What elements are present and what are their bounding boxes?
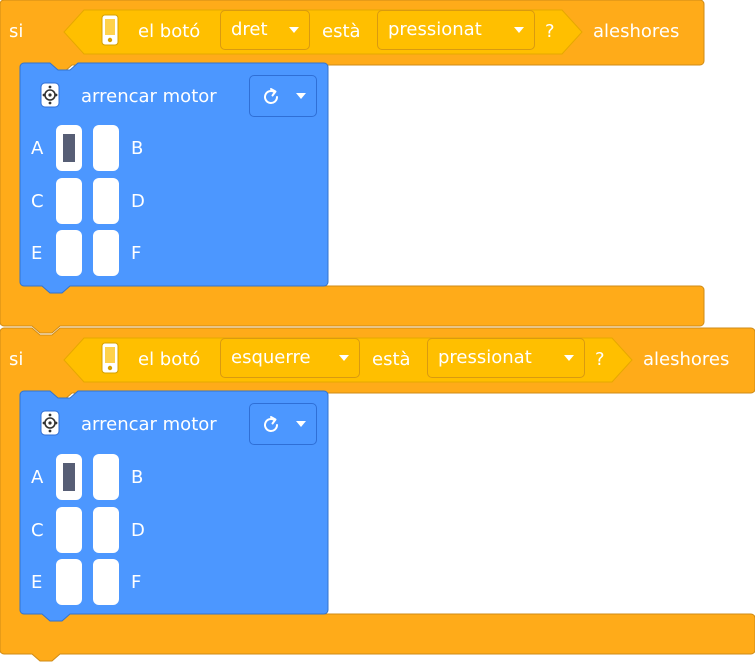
port-label-a: A [31,467,44,488]
then-label: aleshores [643,349,730,370]
port-label-b: B [131,467,144,488]
state-dropdown[interactable]: pressionat [427,338,585,378]
port-d-toggle[interactable] [93,507,119,553]
is-text: està [372,349,411,370]
port-label-e: E [31,572,43,593]
hub-icon [101,342,119,374]
port-a-toggle[interactable] [56,454,82,500]
rotate-clockwise-icon [264,416,278,432]
port-c-toggle[interactable] [56,507,82,553]
chevron-down-icon [296,421,306,427]
chevron-down-icon [339,355,349,361]
state-dropdown-value: pressionat [438,347,532,368]
question-mark: ? [595,349,605,370]
port-b-toggle[interactable] [93,454,119,500]
port-label-f: F [131,572,142,593]
port-label-d: D [131,520,145,541]
condition-text: el botó [138,349,201,370]
motor-icon [40,410,60,436]
port-e-toggle[interactable] [56,559,82,605]
action-text: arrencar motor [81,414,217,435]
port-f-toggle[interactable] [93,559,119,605]
direction-dropdown[interactable] [249,403,317,445]
port-label-c: C [31,520,44,541]
chevron-down-icon [564,355,574,361]
if-label: si [9,349,24,370]
button-dropdown[interactable]: esquerre [220,338,360,378]
button-dropdown-value: esquerre [231,347,311,368]
